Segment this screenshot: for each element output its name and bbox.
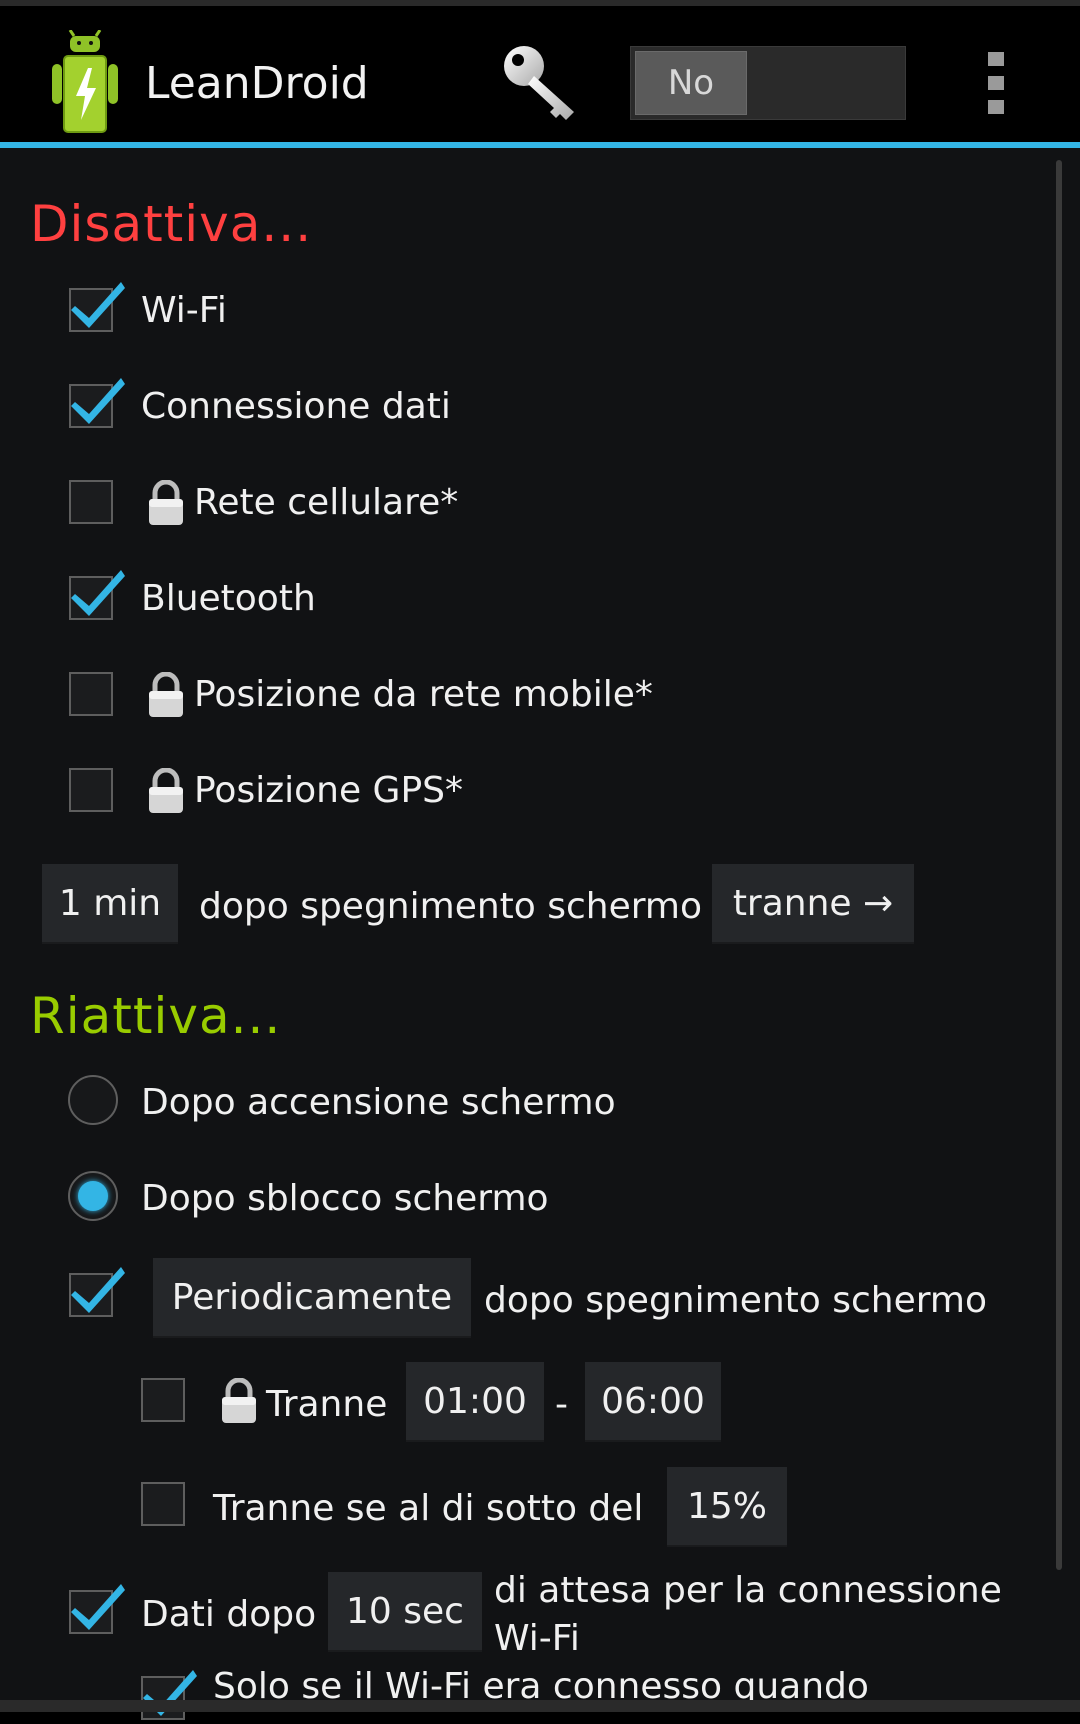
checkbox-wifi[interactable] — [69, 282, 125, 332]
action-bar: LeanDroid No — [0, 6, 1080, 142]
section-heading-disable: Disattiva... — [30, 195, 313, 253]
radio-after-unlock[interactable] — [68, 1171, 118, 1221]
overflow-menu-icon[interactable] — [988, 52, 1004, 114]
checkbox-except-battery[interactable] — [141, 1482, 185, 1526]
checkbox-gps-location[interactable] — [69, 768, 113, 812]
label-wifi: Wi-Fi — [141, 290, 227, 331]
checkbox-only-if-wifi[interactable] — [141, 1670, 197, 1720]
lock-icon — [222, 1378, 256, 1423]
radio-after-screen-on[interactable] — [68, 1075, 118, 1125]
data-wait-button[interactable]: 10 sec — [328, 1572, 482, 1652]
disable-delay-button[interactable]: 1 min — [42, 864, 178, 944]
android-battery-icon — [52, 30, 118, 133]
toggle-thumb[interactable]: No — [635, 51, 747, 115]
label-after-unlock: Dopo sblocco schermo — [141, 1178, 549, 1219]
checkbox-data-after[interactable] — [69, 1584, 125, 1634]
label-except-battery: Tranne se al di sotto del — [213, 1488, 644, 1529]
checkbox-except-time[interactable] — [141, 1378, 185, 1422]
data-after-text-line2: Wi-Fi — [494, 1618, 580, 1659]
label-mobile-data: Connessione dati — [141, 386, 451, 427]
checkbox-mobile-data[interactable] — [69, 378, 125, 428]
section-heading-enable: Riattiva... — [30, 987, 282, 1045]
lock-icon — [149, 480, 183, 525]
periodic-interval-button[interactable]: Periodicamente — [153, 1258, 471, 1338]
lock-icon — [149, 672, 183, 717]
except-time-to-button[interactable]: 06:00 — [585, 1362, 721, 1442]
checkbox-network-location[interactable] — [69, 672, 113, 716]
label-bluetooth: Bluetooth — [141, 578, 316, 619]
scrollbar[interactable] — [1056, 160, 1062, 1570]
label-network-location: Posizione da rete mobile* — [194, 674, 653, 715]
data-after-text-line1: di attesa per la connessione — [494, 1570, 1002, 1611]
checkbox-periodic[interactable] — [69, 1267, 125, 1317]
battery-threshold-button[interactable]: 15% — [667, 1467, 787, 1547]
lock-icon — [149, 768, 183, 813]
label-after-screen-on: Dopo accensione schermo — [141, 1082, 616, 1123]
checkbox-bluetooth[interactable] — [69, 570, 125, 620]
app-title: LeanDroid — [145, 58, 369, 109]
label-except-time: Tranne — [266, 1384, 388, 1425]
time-range-dash: - — [555, 1384, 568, 1425]
label-cellular-network: Rete cellulare* — [194, 482, 459, 523]
label-data-after: Dati dopo — [141, 1594, 317, 1635]
periodic-text: dopo spegnimento schermo — [484, 1280, 988, 1321]
except-apps-button[interactable]: tranne → — [712, 864, 914, 944]
key-icon[interactable] — [500, 42, 580, 122]
master-toggle[interactable]: No — [630, 46, 906, 120]
checkbox-cellular-network[interactable] — [69, 480, 113, 524]
except-time-from-button[interactable]: 01:00 — [406, 1362, 544, 1442]
disable-delay-text: dopo spegnimento schermo — [199, 886, 703, 927]
label-gps-location: Posizione GPS* — [194, 770, 463, 811]
bottom-edge — [0, 1700, 1080, 1712]
